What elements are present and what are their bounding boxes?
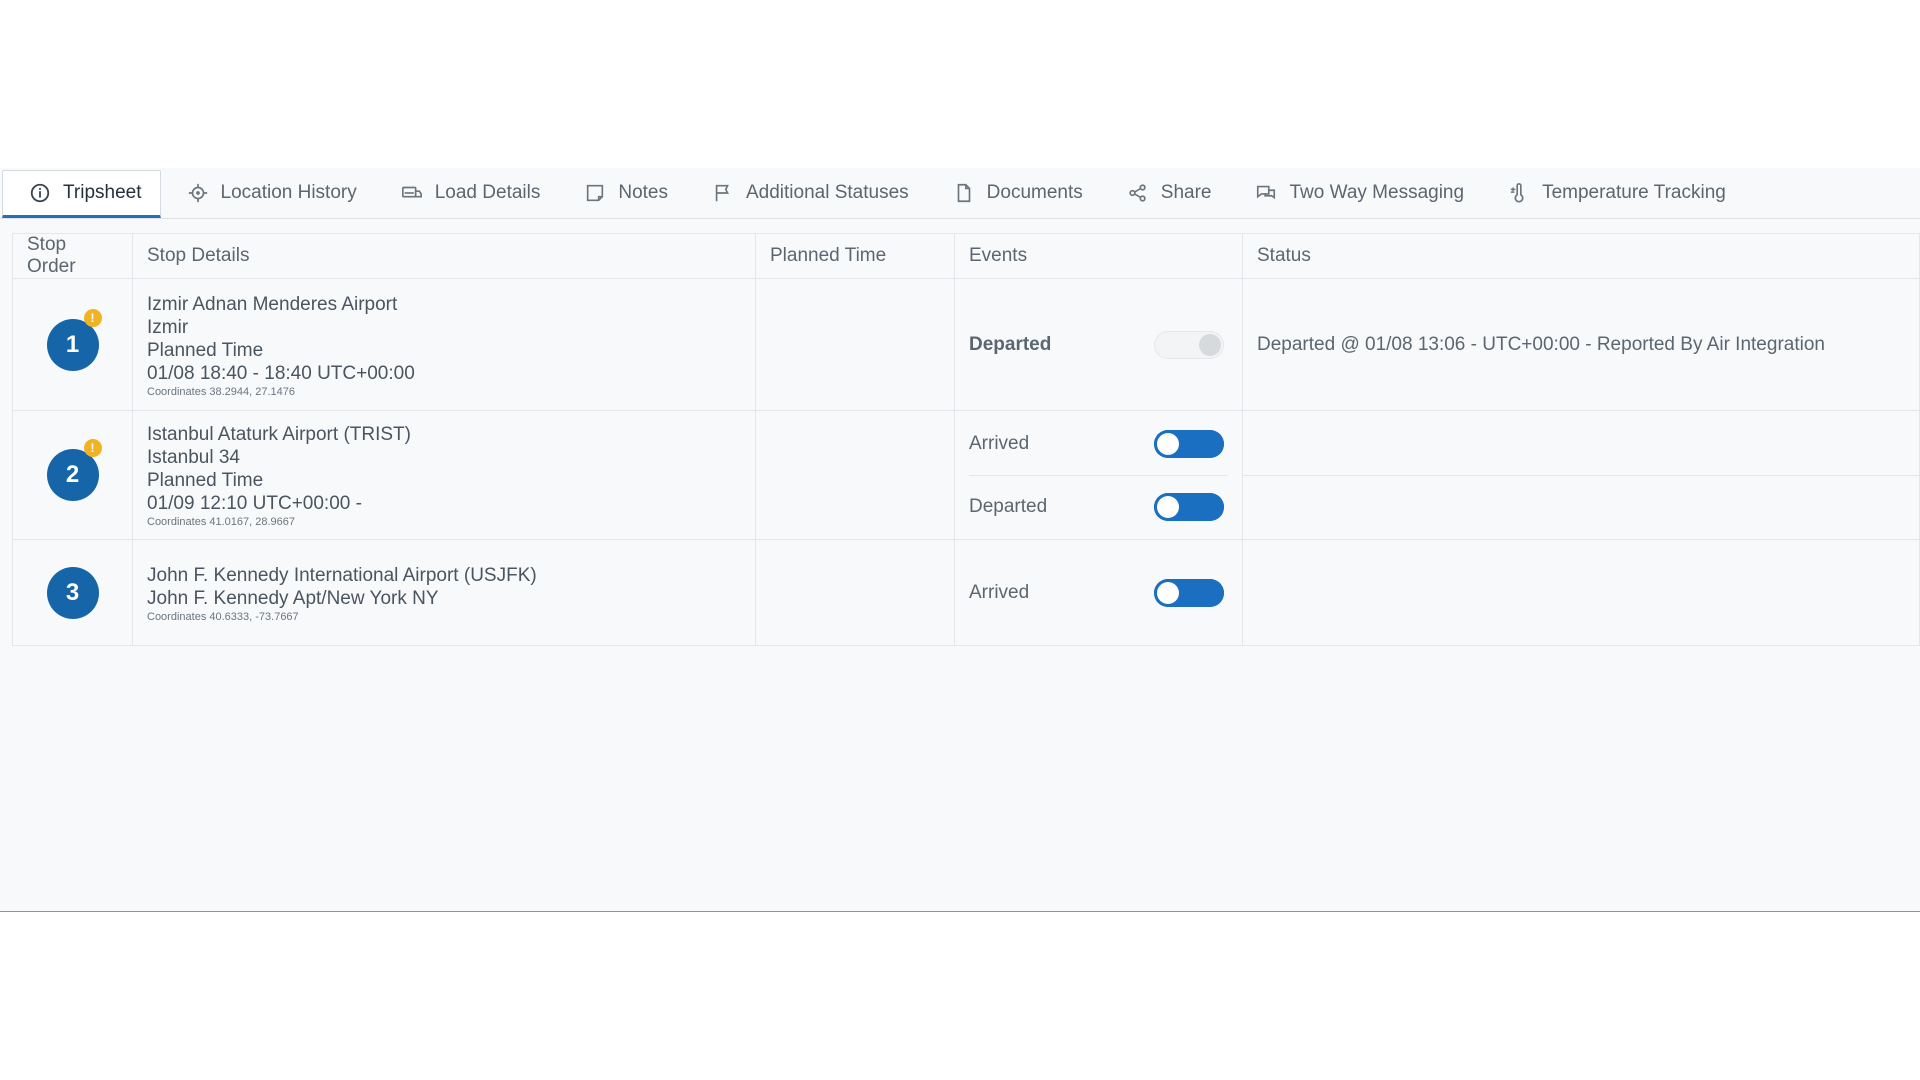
toggle-knob: [1157, 432, 1179, 455]
event-row: Arrived: [969, 413, 1228, 475]
planned-time-label: Planned Time: [147, 470, 264, 491]
table-row: 2 ! Istanbul Ataturk Airport (TRIST) Ist…: [12, 410, 1920, 540]
note-icon: [584, 182, 606, 204]
event-row: Departed: [969, 474, 1228, 538]
stop-name: Izmir Adnan Menderes Airport: [147, 293, 398, 315]
toggle-knob: [1157, 495, 1179, 518]
event-toggle[interactable]: [1154, 330, 1224, 359]
tab-label: Temperature Tracking: [1542, 181, 1726, 203]
chat-icon: [1255, 182, 1277, 204]
tab-label: Additional Statuses: [746, 181, 909, 203]
stop-name: Istanbul Ataturk Airport (TRIST): [147, 424, 411, 445]
table-row: 3 John F. Kennedy International Airport …: [12, 539, 1920, 646]
event-row: Arrived: [969, 562, 1228, 624]
flag-icon: [712, 182, 734, 204]
planned-time-value: 01/09 12:10 UTC+00:00 -: [147, 493, 362, 514]
toggle-knob: [1199, 333, 1221, 356]
stop-number: 3: [65, 578, 80, 606]
thermometer-icon: [1508, 182, 1530, 204]
tab-label: Share: [1160, 181, 1212, 203]
stop-coordinates: Coordinates 41.0167, 28.9667: [147, 516, 296, 528]
events-cell: Arrived: [954, 539, 1243, 646]
column-header-planned-time[interactable]: Planned Time: [755, 233, 955, 279]
tab-additional-statuses[interactable]: Additional Statuses: [686, 170, 927, 218]
event-label: Arrived: [969, 432, 1030, 454]
events-cell: Arrived Departed: [954, 410, 1243, 540]
tab-share[interactable]: Share: [1101, 170, 1230, 218]
event-label: Arrived: [969, 581, 1030, 603]
column-header-stop-details[interactable]: Stop Details: [132, 233, 756, 279]
planned-time-cell: [755, 410, 955, 540]
tab-label: Two Way Messaging: [1289, 181, 1465, 203]
tab-two-way-messaging[interactable]: Two Way Messaging: [1229, 170, 1482, 218]
status-cell: [1242, 410, 1920, 540]
tab-label: Notes: [618, 181, 668, 203]
stop-coordinates: Coordinates 40.6333, -73.7667: [147, 610, 299, 623]
column-header-status[interactable]: Status: [1242, 233, 1920, 279]
stop-order-cell: 2 !: [12, 410, 133, 540]
stop-details-cell: John F. Kennedy International Airport (U…: [132, 539, 756, 646]
stop-order-cell: 3: [12, 539, 133, 646]
tab-load-details[interactable]: Load Details: [375, 170, 559, 218]
stop-city: John F. Kennedy Apt/New York NY: [147, 587, 439, 609]
share-icon: [1127, 182, 1149, 204]
tab-label: Location History: [220, 181, 357, 203]
tab-tripsheet[interactable]: Tripsheet: [2, 170, 161, 218]
top-blank-area: [0, 0, 1920, 168]
status-cell: [1242, 539, 1920, 646]
crosshair-icon: [187, 182, 209, 204]
tab-notes[interactable]: Notes: [558, 170, 686, 218]
tab-label: Tripsheet: [63, 182, 142, 203]
tab-bar: Tripsheet Location History Load Details …: [0, 168, 1920, 219]
tab-documents[interactable]: Documents: [927, 170, 1101, 218]
stop-number-badge: 2 !: [46, 439, 102, 501]
stop-number: 2: [65, 461, 80, 488]
stop-city: Istanbul 34: [147, 447, 240, 468]
alert-icon[interactable]: !: [83, 439, 102, 457]
tab-label: Load Details: [434, 181, 541, 203]
stop-number-badge: 3: [46, 566, 99, 619]
planned-time-label: Planned Time: [147, 339, 264, 361]
tab-temperature-tracking[interactable]: Temperature Tracking: [1482, 170, 1744, 218]
table-row: 1 ! Izmir Adnan Menderes Airport Izmir P…: [12, 278, 1920, 411]
planned-time-value: 01/08 18:40 - 18:40 UTC+00:00: [147, 362, 415, 384]
tab-location-history[interactable]: Location History: [161, 170, 375, 218]
event-row: Departed: [969, 314, 1228, 376]
column-header-stop-order[interactable]: Stop Order: [12, 233, 133, 279]
event-toggle[interactable]: [1154, 492, 1224, 521]
tab-label: Documents: [986, 181, 1083, 203]
stop-number-badge: 1 !: [46, 308, 102, 371]
stop-details-cell: Istanbul Ataturk Airport (TRIST) Istanbu…: [132, 410, 756, 540]
info-icon: [29, 182, 51, 204]
planned-time-cell: [755, 539, 955, 646]
truck-icon: [401, 182, 423, 204]
event-label: Departed: [969, 495, 1048, 517]
event-toggle[interactable]: [1154, 578, 1224, 607]
toggle-knob: [1157, 581, 1179, 604]
stop-order-cell: 1 !: [12, 278, 133, 411]
event-label: Departed: [969, 333, 1052, 355]
alert-icon[interactable]: !: [83, 308, 102, 327]
planned-time-cell: [755, 278, 955, 411]
stops-table: Stop Order Stop Details Planned Time Eve…: [12, 233, 1920, 646]
stop-number: 1: [65, 330, 80, 358]
column-header-events[interactable]: Events: [954, 233, 1243, 279]
stop-city: Izmir: [147, 316, 189, 338]
table-header-row: Stop Order Stop Details Planned Time Eve…: [12, 233, 1920, 279]
stop-details-cell: Izmir Adnan Menderes Airport Izmir Plann…: [132, 278, 756, 411]
tripsheet-panel: Tripsheet Location History Load Details …: [0, 168, 1920, 912]
stop-coordinates: Coordinates 38.2944, 27.1476: [147, 385, 296, 398]
stop-name: John F. Kennedy International Airport (U…: [147, 564, 537, 586]
events-cell: Departed: [954, 278, 1243, 411]
status-cell: Departed @ 01/08 13:06 - UTC+00:00 - Rep…: [1242, 278, 1920, 411]
event-toggle[interactable]: [1154, 429, 1224, 458]
document-icon: [953, 182, 975, 204]
status-text: Departed @ 01/08 13:06 - UTC+00:00 - Rep…: [1257, 333, 1825, 355]
